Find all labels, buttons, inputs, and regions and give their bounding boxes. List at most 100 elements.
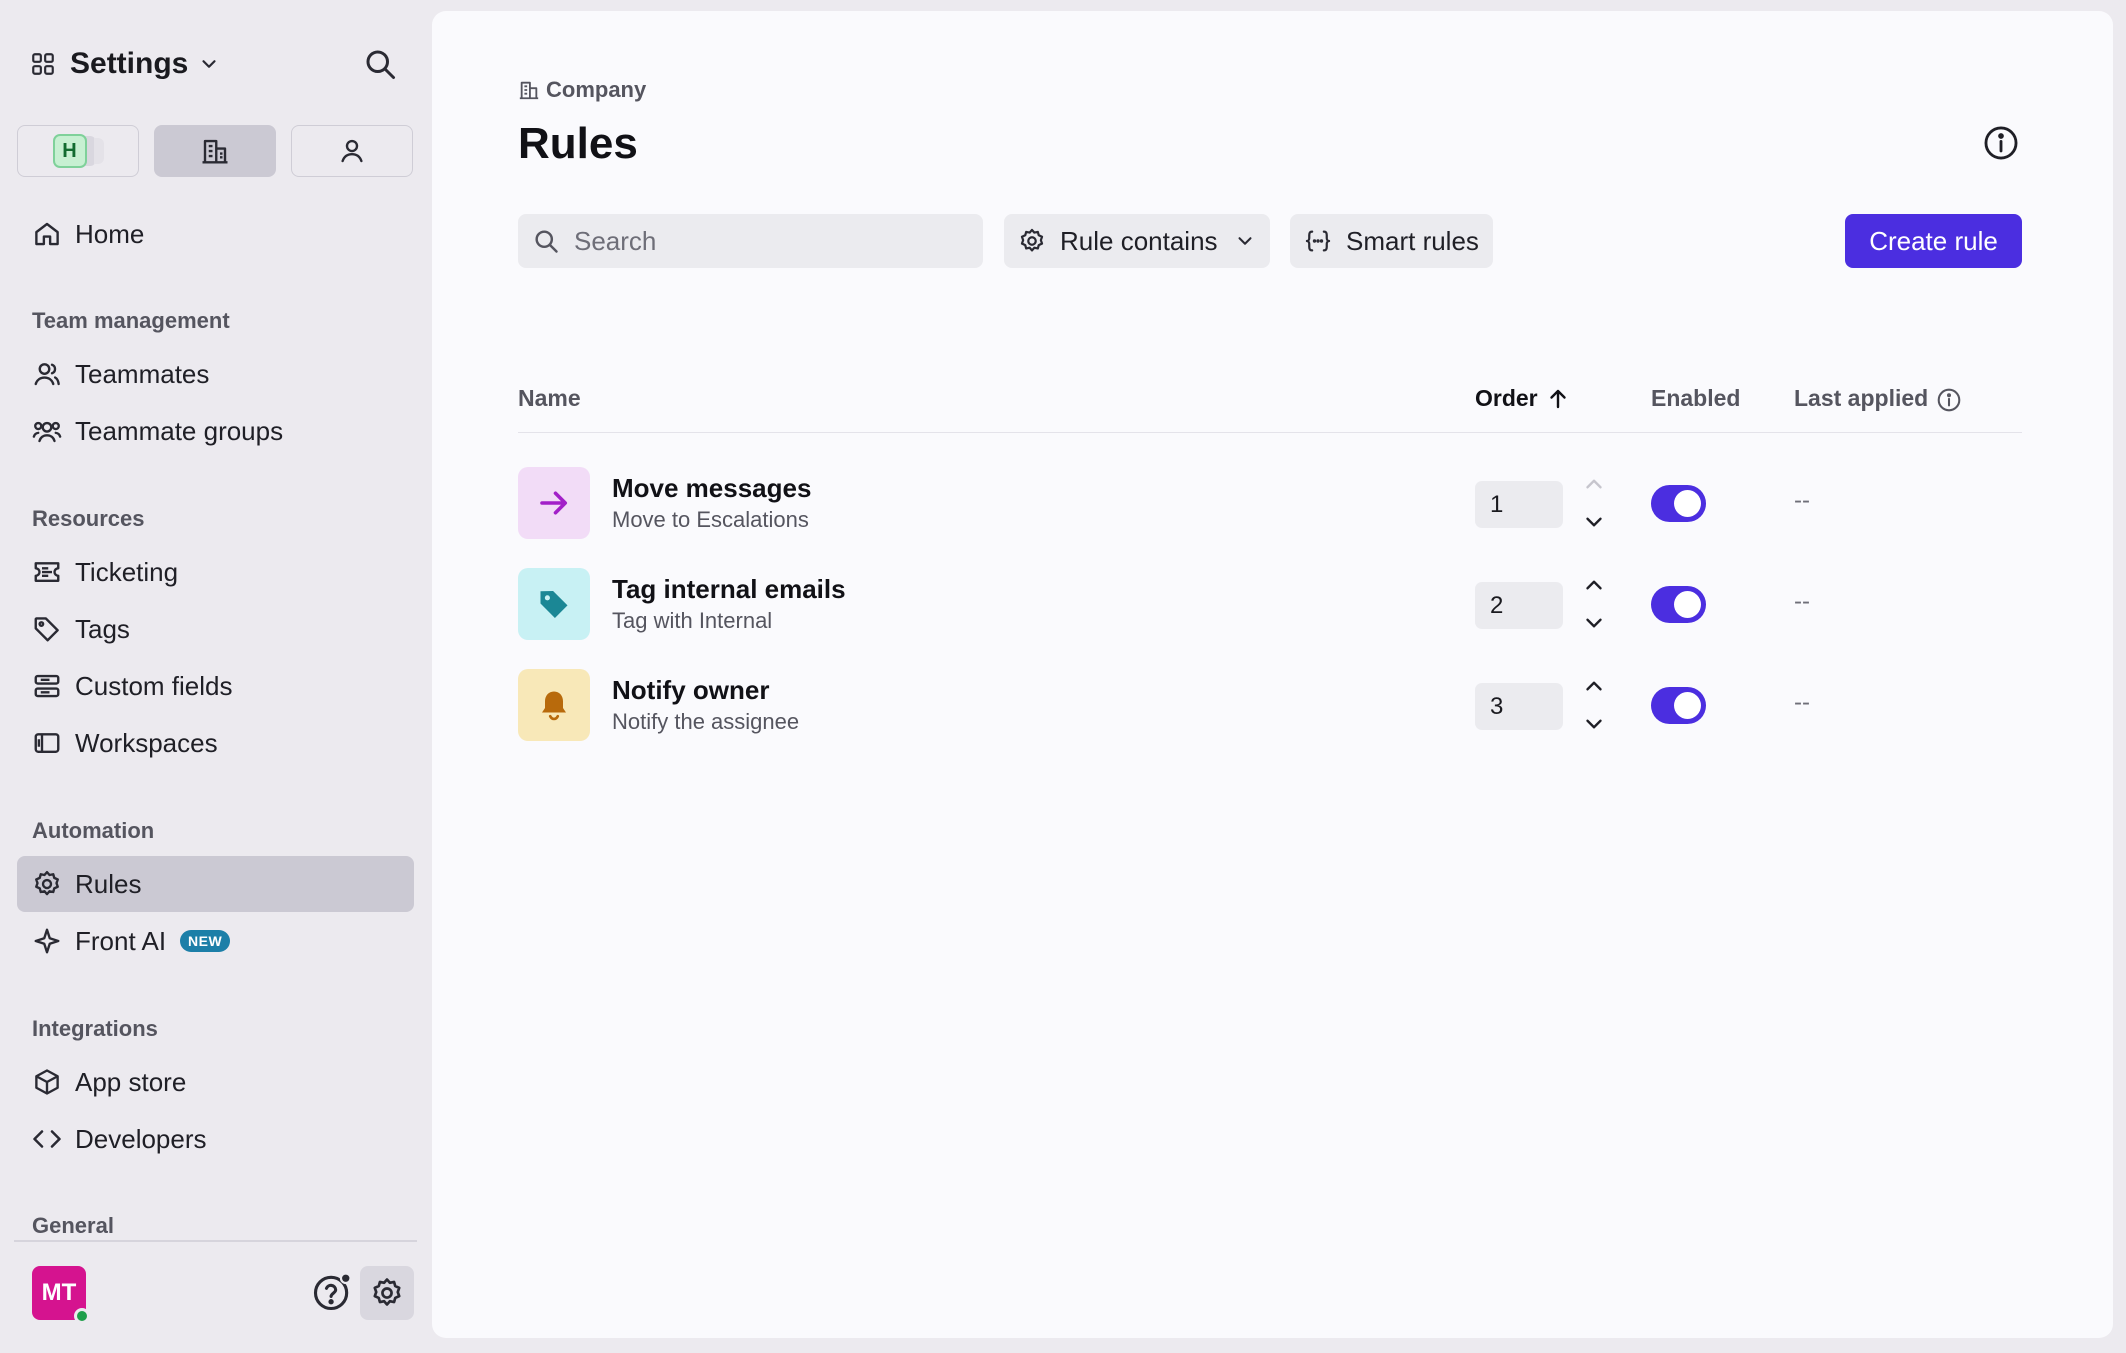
- presence-indicator: [74, 1308, 90, 1324]
- users-icon: [32, 416, 62, 446]
- order-input[interactable]: 2: [1475, 582, 1563, 629]
- company-settings-button[interactable]: [154, 125, 276, 177]
- bell-icon: [536, 687, 572, 723]
- enabled-toggle[interactable]: [1651, 586, 1706, 623]
- rule-description: Move to Escalations: [612, 507, 809, 532]
- column-header-order[interactable]: Order: [1475, 385, 1570, 412]
- search-input[interactable]: [574, 225, 954, 257]
- rule-icon-tile: [518, 568, 590, 640]
- sidebar-divider: [14, 1240, 417, 1242]
- arrow-up-icon: [1546, 387, 1570, 411]
- column-header-label: Name: [518, 385, 581, 411]
- sidebar-item-front-ai[interactable]: Front AI NEW: [17, 913, 414, 969]
- user-icon: [337, 136, 367, 166]
- move-up-chevron-icon[interactable]: [1581, 673, 1607, 699]
- help-icon[interactable]: [310, 1270, 354, 1314]
- building-icon: [200, 136, 230, 166]
- sidebar-item-label: Teammate groups: [75, 415, 284, 446]
- sidebar-item-label: Front AI: [75, 925, 167, 956]
- sidebar-item-home[interactable]: Home: [17, 206, 414, 262]
- workspace-inbox-button[interactable]: H: [17, 125, 139, 177]
- user-icon: [32, 359, 62, 389]
- personal-settings-button[interactable]: [291, 125, 413, 177]
- create-rule-button[interactable]: Create rule: [1845, 214, 2022, 268]
- rule-name[interactable]: Move messages: [612, 473, 811, 504]
- breadcrumb: Company: [518, 77, 646, 103]
- search-icon: [532, 227, 560, 255]
- sidebar-item-app-store[interactable]: App store: [17, 1054, 414, 1110]
- last-applied-value: --: [1794, 689, 1810, 716]
- sidebar-item-label: Rules: [75, 868, 142, 899]
- sidebar-item-ticketing[interactable]: Ticketing: [17, 544, 414, 600]
- arrow-right-icon: [536, 485, 572, 521]
- info-icon[interactable]: [1982, 124, 2020, 162]
- filter-label: Rule contains: [1060, 225, 1218, 256]
- section-label-general: General: [32, 1213, 114, 1238]
- sidebar-item-developers[interactable]: Developers: [17, 1111, 414, 1167]
- sidebar-item-custom-fields[interactable]: Custom fields: [17, 658, 414, 714]
- avatar[interactable]: MT: [32, 1266, 90, 1324]
- sidebar-item-label: Custom fields: [75, 670, 233, 701]
- rule-name[interactable]: Notify owner: [612, 675, 769, 706]
- apps-grid-icon[interactable]: [30, 51, 56, 77]
- braces-icon: [1304, 227, 1332, 255]
- move-down-chevron-icon[interactable]: [1581, 610, 1607, 636]
- last-applied-value: --: [1794, 588, 1810, 615]
- section-label-resources: Resources: [32, 506, 145, 531]
- info-icon[interactable]: [1936, 387, 1961, 411]
- section-label-team: Team management: [32, 308, 230, 333]
- rule-contains-filter[interactable]: Rule contains: [1004, 214, 1270, 268]
- sidebar-item-rules[interactable]: Rules: [17, 856, 414, 912]
- workspace-switcher: H: [17, 125, 414, 177]
- preferences-button[interactable]: [360, 1266, 414, 1320]
- rule-description: Notify the assignee: [612, 709, 800, 734]
- sidebar-item-label: Home: [75, 218, 145, 249]
- custom-fields-icon: [32, 671, 62, 701]
- column-header-enabled[interactable]: Enabled: [1651, 385, 1740, 412]
- sidebar-item-teammates[interactable]: Teammates: [17, 346, 414, 402]
- tag-icon: [536, 586, 572, 622]
- rule-name[interactable]: Tag internal emails: [612, 574, 846, 605]
- new-badge: NEW: [180, 930, 231, 952]
- enabled-toggle[interactable]: [1651, 485, 1706, 522]
- table-row[interactable]: Notify owner Notify the assignee 3 --: [518, 653, 2022, 754]
- sidebar-header: Settings: [30, 42, 402, 86]
- sidebar-item-label: Workspaces: [75, 727, 218, 758]
- building-icon: [518, 79, 540, 101]
- order-input[interactable]: 1: [1475, 481, 1563, 528]
- section-label-integrations: Integrations: [32, 1016, 158, 1041]
- search-icon[interactable]: [362, 46, 398, 82]
- toggle-knob: [1674, 490, 1701, 517]
- rule-description: Tag with Internal: [612, 608, 773, 633]
- breadcrumb-company[interactable]: Company: [546, 77, 646, 103]
- toggle-knob: [1674, 591, 1701, 618]
- app-window: Settings H Home Team management Teammate…: [0, 0, 2126, 1353]
- enabled-toggle[interactable]: [1651, 687, 1706, 724]
- sidebar-item-label: App store: [75, 1066, 187, 1097]
- chevron-down-icon[interactable]: [198, 53, 220, 75]
- sidebar-footer: MT: [32, 1266, 414, 1326]
- rules-table: Name Order Enabled Last applied Move mes…: [518, 379, 2022, 754]
- move-down-chevron-icon[interactable]: [1581, 711, 1607, 737]
- gear-icon: [370, 1276, 404, 1310]
- move-up-chevron-icon[interactable]: [1581, 572, 1607, 598]
- order-input[interactable]: 3: [1475, 683, 1563, 730]
- column-header-label: Order: [1475, 385, 1538, 411]
- column-header-name[interactable]: Name: [518, 385, 581, 412]
- smart-rules-label: Smart rules: [1346, 225, 1479, 256]
- sidebar-item-workspaces[interactable]: Workspaces: [17, 715, 414, 771]
- table-row[interactable]: Move messages Move to Escalations 1 --: [518, 451, 2022, 552]
- sidebar-item-tags[interactable]: Tags: [17, 601, 414, 657]
- smart-rules-button[interactable]: Smart rules: [1290, 214, 1493, 268]
- settings-title[interactable]: Settings: [70, 47, 188, 81]
- section-label-automation: Automation: [32, 818, 155, 843]
- search-field[interactable]: [518, 214, 983, 268]
- table-row[interactable]: Tag internal emails Tag with Internal 2 …: [518, 552, 2022, 653]
- move-up-chevron-icon: [1581, 471, 1607, 497]
- column-header-last-applied[interactable]: Last applied: [1794, 385, 1961, 412]
- avatar-initials: MT: [41, 1279, 77, 1306]
- sidebar-item-teammate-groups[interactable]: Teammate groups: [17, 403, 414, 459]
- sidebar-item-label: Developers: [75, 1123, 207, 1154]
- gear-icon: [1018, 227, 1046, 255]
- move-down-chevron-icon[interactable]: [1581, 509, 1607, 535]
